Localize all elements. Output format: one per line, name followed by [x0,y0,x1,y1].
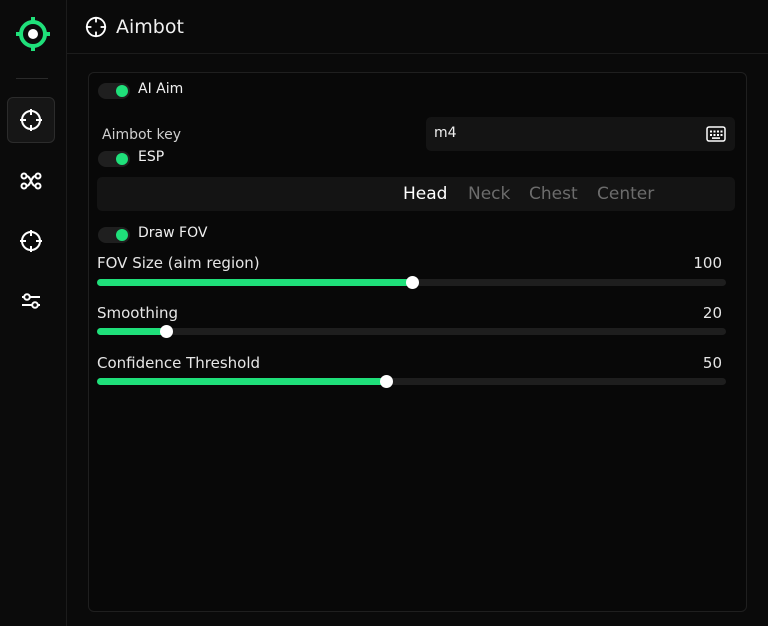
sidebar-item-target[interactable] [7,218,55,264]
esp-label: ESP [138,149,165,165]
toggle-knob [116,85,128,97]
confidence-threshold-slider[interactable] [97,375,726,388]
target-option-head[interactable]: Head [403,184,447,204]
aimbot-key-input[interactable]: m4 [426,117,735,151]
sidebar-item-aimbot[interactable] [7,97,55,143]
fov-size-slider[interactable] [97,276,726,289]
draw-fov-toggle[interactable] [98,227,130,243]
crosshair-icon [20,109,42,131]
target-part-selector: Head Neck Chest Center [97,177,735,211]
sidebar-item-network[interactable] [7,158,55,204]
sidebar-divider [16,78,48,79]
nodes-icon [20,172,42,190]
target-option-center[interactable]: Center [597,184,654,204]
slider-thumb[interactable] [405,276,419,289]
smoothing-value: 20 [702,304,722,322]
sliders-icon [22,293,40,309]
crosshair-icon [20,230,42,252]
smoothing-label: Smoothing [97,304,179,322]
ai-aim-label: AI Aim [138,81,184,97]
aimbot-key-value: m4 [434,125,457,141]
keyboard-icon[interactable] [706,126,726,142]
sidebar [0,0,67,626]
esp-toggle[interactable] [98,151,130,167]
ai-aim-toggle[interactable] [98,83,130,99]
settings-panel [88,72,747,612]
header: Aimbot [67,0,768,54]
toggle-knob [116,229,128,241]
page-title: Aimbot [116,16,184,38]
draw-fov-label: Draw FOV [138,225,208,241]
target-option-chest[interactable]: Chest [529,184,578,204]
fov-size-value: 100 [693,254,722,272]
target-option-neck[interactable]: Neck [468,184,510,204]
smoothing-slider[interactable] [97,325,726,338]
aimbot-key-label: Aimbot key [102,127,182,143]
slider-fill [97,378,387,385]
confidence-threshold-label: Confidence Threshold [97,354,261,372]
slider-fill [97,328,167,335]
fov-size-label: FOV Size (aim region) [97,254,260,272]
toggle-knob [116,153,128,165]
confidence-threshold-value: 50 [702,354,722,372]
crosshair-icon [85,16,107,38]
crosshair-logo-icon [16,17,50,51]
sidebar-item-settings[interactable] [7,278,55,324]
slider-fill [97,279,412,286]
